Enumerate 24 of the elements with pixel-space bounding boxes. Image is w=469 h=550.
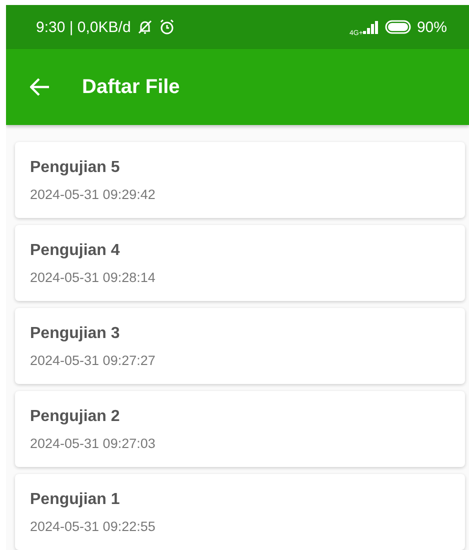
signal-icon: [362, 20, 379, 34]
battery-percent: 90%: [416, 18, 447, 36]
back-button[interactable]: [30, 78, 50, 96]
battery-icon: [384, 20, 411, 34]
file-date: 2024-05-31 09:29:42: [30, 186, 156, 202]
back-arrow-icon: [30, 78, 50, 96]
file-card[interactable]: Pengujian 3 2024-05-31 09:27:27: [15, 308, 465, 384]
file-name: Pengujian 5: [30, 158, 121, 176]
status-time: 9:30 | 0,0KB/d: [36, 18, 131, 36]
file-date: 2024-05-31 09:22:55: [30, 518, 156, 534]
screen-title: Daftar File: [82, 76, 180, 99]
file-name: Pengujian 1: [30, 490, 121, 508]
file-card[interactable]: Pengujian 1 2024-05-31 09:22:55: [15, 474, 465, 550]
file-date: 2024-05-31 09:27:03: [30, 436, 156, 450]
file-date: 2024-05-31 09:27:27: [30, 352, 156, 368]
alarm-clock-icon: [158, 19, 175, 36]
file-card[interactable]: Pengujian 5 2024-05-31 09:29:42: [15, 142, 465, 218]
file-card[interactable]: Pengujian 2 2024-05-31 09:27:03: [15, 391, 465, 467]
bell-off-icon: [136, 19, 153, 36]
file-name: Pengujian 2: [30, 408, 121, 426]
file-date: 2024-05-31 09:28:14: [30, 270, 156, 284]
file-name: Pengujian 3: [30, 324, 121, 342]
file-name: Pengujian 4: [30, 242, 121, 260]
file-card[interactable]: Pengujian 4 2024-05-31 09:28:14: [15, 225, 465, 301]
